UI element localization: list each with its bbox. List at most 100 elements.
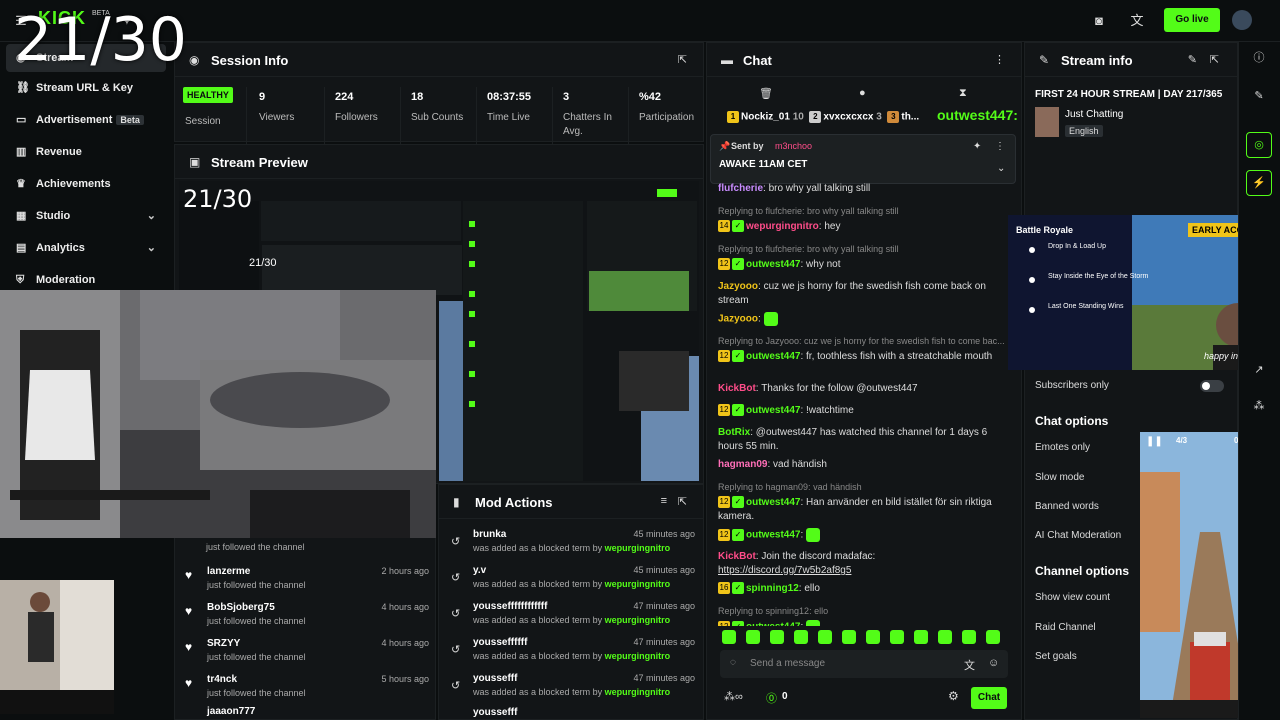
follower-name[interactable]: BobSjoberg75 xyxy=(207,602,275,613)
chat-username[interactable]: outwest447 xyxy=(746,497,800,508)
beta-badge: Beta xyxy=(116,115,144,125)
pinned-user[interactable]: m3nchoo xyxy=(775,141,812,151)
category-name[interactable]: Just Chatting xyxy=(1065,109,1123,120)
chat-username[interactable]: outwest447 xyxy=(746,530,800,541)
follower-name[interactable]: tr4nck xyxy=(207,674,237,685)
option-slow-mode[interactable]: Slow mode xyxy=(1035,472,1084,483)
emote-icon[interactable] xyxy=(818,630,832,644)
moderator-name[interactable]: wepurgingnitro xyxy=(605,615,671,625)
option-banned-words[interactable]: Banned words xyxy=(1035,501,1099,512)
go-live-button[interactable]: Go live xyxy=(1164,8,1220,32)
category-thumbnail[interactable] xyxy=(1035,107,1059,137)
chat-username[interactable]: outwest447 xyxy=(746,405,800,416)
subscribers-only-toggle[interactable] xyxy=(1200,380,1224,392)
emote-icon[interactable] xyxy=(794,630,808,644)
sidebar-item-achievements[interactable]: ♛ Achievements xyxy=(6,170,166,198)
emote-picker-icon[interactable]: ◌ xyxy=(730,657,736,668)
sidebar-item-advertisement[interactable]: ▭ Advertisement Beta xyxy=(6,106,166,134)
sidebar-item-stream-url-key[interactable]: ⛓ Stream URL & Key xyxy=(6,74,166,102)
chevron-down-icon[interactable]: ⌄ xyxy=(997,163,1005,174)
emote-icon[interactable] xyxy=(890,630,904,644)
sidebar-item-analytics[interactable]: ▤ Analytics ⌄ xyxy=(6,234,166,262)
user-avatar[interactable] xyxy=(1232,10,1252,30)
network-icon[interactable]: ⁂ xyxy=(1246,394,1272,420)
unpin-icon[interactable]: ✦ xyxy=(973,141,981,152)
emote-icon[interactable] xyxy=(866,630,880,644)
chat-username[interactable]: BotRix xyxy=(718,427,750,438)
chat-link[interactable]: https://discord.gg/7w5b2af8g5 xyxy=(718,565,851,576)
stat-label: Participation xyxy=(639,112,695,123)
moderator-name[interactable]: wepurgingnitro xyxy=(605,687,671,697)
blocked-term: y.v xyxy=(473,565,487,576)
pause-icon[interactable]: ❚❚ xyxy=(1146,436,1163,447)
more-options-icon[interactable]: ⋮ xyxy=(994,53,1005,66)
preview-counter: 21/30 xyxy=(183,185,253,213)
emote-icon[interactable] xyxy=(722,630,736,644)
undo-icon[interactable]: ↺ xyxy=(451,535,460,548)
chat-bubble-icon[interactable]: ● xyxy=(859,87,866,99)
undo-icon[interactable]: ↺ xyxy=(451,571,460,584)
info-icon[interactable]: ⓘ xyxy=(1246,46,1272,72)
emote-icon[interactable] xyxy=(938,630,952,644)
chat-send-button[interactable]: Chat xyxy=(971,687,1007,709)
emote-icon[interactable] xyxy=(746,630,760,644)
emote-icon[interactable] xyxy=(986,630,1000,644)
option-show-view-count[interactable]: Show view count xyxy=(1035,592,1110,603)
camera-icon[interactable]: ◙ xyxy=(1090,12,1108,30)
chat-username[interactable]: spinning12 xyxy=(746,583,799,594)
emote-icon[interactable] xyxy=(770,630,784,644)
gifter-name[interactable]: Nockiz_01 xyxy=(741,112,790,123)
follower-name[interactable]: lanzerme xyxy=(207,566,250,577)
option-emotes-only[interactable]: Emotes only xyxy=(1035,442,1090,453)
popout-icon[interactable]: ⇱ xyxy=(1210,53,1219,66)
stat-label: Viewers xyxy=(259,112,295,123)
chat-username[interactable]: Jazyooo xyxy=(718,281,758,292)
pencil-icon[interactable]: ✎ xyxy=(1246,84,1272,110)
follower-name[interactable]: jaaaon777 xyxy=(207,706,255,717)
undo-icon[interactable]: ↺ xyxy=(451,679,460,692)
more-options-icon[interactable]: ⋮ xyxy=(995,141,1005,152)
target-icon[interactable]: ◎ xyxy=(1246,132,1272,158)
follower-name[interactable]: SRZYY xyxy=(207,638,240,649)
share-icon[interactable]: ↗ xyxy=(1246,358,1272,384)
chat-username[interactable]: KickBot xyxy=(718,383,756,394)
chat-username[interactable]: outwest447 xyxy=(746,622,800,626)
chat-username[interactable]: flufcherie xyxy=(718,183,763,194)
popout-icon[interactable]: ⇱ xyxy=(678,495,687,508)
trash-icon[interactable]: 🗑 xyxy=(759,87,773,100)
undo-icon[interactable]: ↺ xyxy=(451,643,460,656)
chat-username[interactable]: outwest447 xyxy=(746,259,800,270)
option-raid-channel[interactable]: Raid Channel xyxy=(1035,622,1096,633)
undo-icon[interactable]: ↺ xyxy=(451,607,460,620)
moderator-name[interactable]: wepurgingnitro xyxy=(605,543,671,553)
stat-value: 9 xyxy=(259,91,266,103)
option-set-goals[interactable]: Set goals xyxy=(1035,651,1077,662)
chat-username[interactable]: outwest447 xyxy=(746,351,800,362)
chat-username[interactable]: hagman09 xyxy=(718,459,767,470)
moderator-name[interactable]: wepurgingnitro xyxy=(605,651,671,661)
filter-icon[interactable]: ≡ xyxy=(661,495,667,507)
chat-username[interactable]: wepurgingnitro xyxy=(746,221,819,232)
points-icon[interactable]: ⁂∞ xyxy=(724,690,743,703)
emote-icon[interactable] xyxy=(962,630,976,644)
sidebar-item-studio[interactable]: ▦ Studio ⌄ xyxy=(6,202,166,230)
popout-icon[interactable]: ⇱ xyxy=(678,53,687,66)
moderator-name[interactable]: wepurgingnitro xyxy=(605,579,671,589)
chat-input[interactable]: ◌ Send a message 文 ☺ xyxy=(720,650,1008,678)
hourglass-icon[interactable]: ⧗ xyxy=(959,87,967,100)
translate-icon[interactable]: 文 xyxy=(964,657,975,673)
emoji-icon[interactable]: ☺ xyxy=(988,657,999,669)
settings-icon[interactable]: ⚙ xyxy=(948,689,959,703)
emote-icon[interactable] xyxy=(914,630,928,644)
option-ai-chat-moderation[interactable]: AI Chat Moderation xyxy=(1035,530,1121,541)
chat-username[interactable]: Jazyooo xyxy=(718,314,758,325)
chat-username[interactable]: KickBot xyxy=(718,551,756,562)
sidebar-item-revenue[interactable]: ▥ Revenue xyxy=(6,138,166,166)
gifter-name[interactable]: th... xyxy=(901,112,919,123)
translate-icon[interactable]: 文 xyxy=(1128,12,1146,30)
emote-icon[interactable] xyxy=(842,630,856,644)
broadcast-icon: ◉ xyxy=(189,53,200,67)
lightning-icon[interactable]: ⚡ xyxy=(1246,170,1272,196)
gifter-name[interactable]: xvxcxcxcx xyxy=(823,112,873,123)
edit-icon[interactable]: ✎ xyxy=(1188,53,1197,66)
